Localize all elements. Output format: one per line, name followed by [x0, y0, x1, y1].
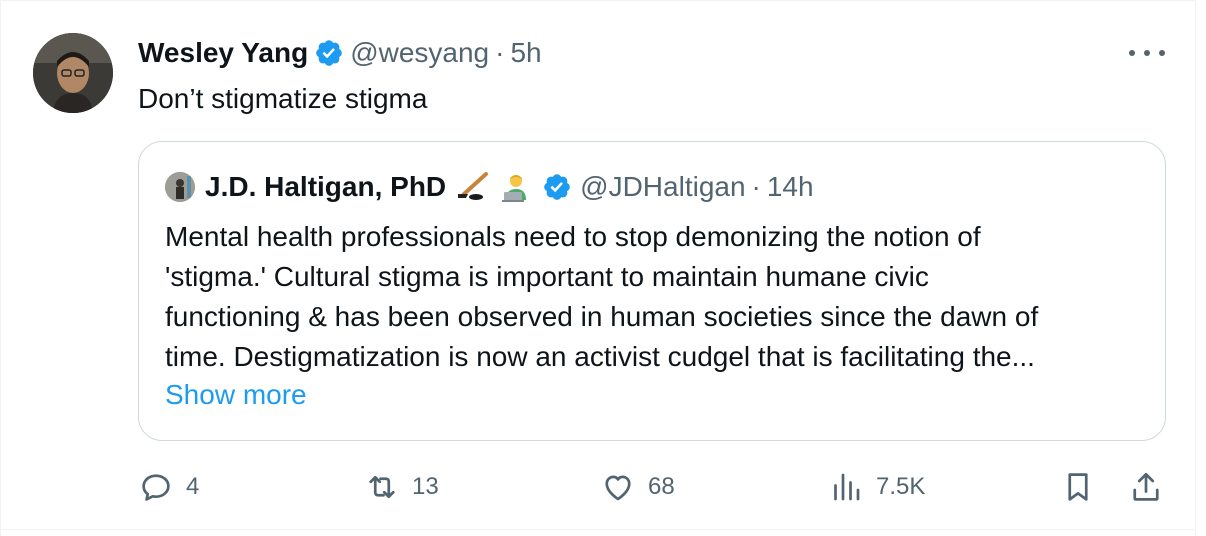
bookmark-button[interactable] [1060, 467, 1096, 507]
tweet-timestamp[interactable]: 5h [510, 35, 541, 71]
verified-badge-icon [314, 38, 344, 68]
views-button[interactable]: 7.5K [828, 467, 925, 507]
quoted-author-display-name[interactable]: J.D. Haltigan, PhD [205, 169, 446, 205]
quoted-avatar[interactable] [165, 172, 195, 202]
quoted-tweet-timestamp[interactable]: 14h [767, 169, 814, 205]
quoted-separator-dot: · [751, 171, 761, 202]
avatar-image [33, 33, 113, 113]
views-chart-icon [834, 473, 860, 501]
share-icon [1133, 472, 1159, 501]
show-more-link[interactable]: Show more [165, 377, 307, 413]
like-button[interactable]: 68 [600, 467, 675, 507]
more-options-icon[interactable] [1129, 45, 1165, 61]
separator-dot: · [495, 37, 505, 68]
retweet-button[interactable]: 13 [364, 467, 439, 507]
share-button[interactable] [1128, 467, 1164, 507]
tweet-card[interactable]: Wesley Yang @wesyang · 5h Don’t stigmati… [0, 0, 1196, 536]
quoted-tweet-text: Mental health professionals need to stop… [165, 217, 1155, 377]
hockey-stick-icon [454, 172, 490, 202]
technologist-icon [498, 172, 534, 202]
reply-count: 4 [186, 473, 200, 500]
author-handle[interactable]: @wesyang [350, 35, 489, 71]
quoted-author-handle[interactable]: @JDHaltigan [580, 169, 745, 205]
quoted-text-line: 'stigma.' Cultural stigma is important t… [165, 261, 929, 292]
tweet-header: Wesley Yang @wesyang · 5h [138, 35, 542, 71]
quoted-text-line: time. Destigmatization is now an activis… [165, 341, 1035, 372]
quoted-text-line: functioning & has been observed in human… [165, 301, 1039, 332]
quoted-tweet[interactable]: J.D. Haltigan, PhD @JDHaltigan · 14h Men… [138, 141, 1166, 441]
retweet-count: 13 [412, 473, 439, 500]
like-count: 68 [648, 473, 675, 500]
reply-button[interactable]: 4 [138, 467, 199, 507]
divider [1, 529, 1195, 530]
heart-icon [605, 475, 631, 501]
quoted-verified-badge-icon [542, 172, 572, 202]
action-bar: 4 13 68 7.5K [138, 467, 1166, 507]
bookmark-icon [1068, 473, 1088, 501]
tweet-text: Don’t stigmatize stigma [138, 83, 428, 114]
quoted-text-line: Mental health professionals need to stop… [165, 221, 981, 252]
author-display-name[interactable]: Wesley Yang [138, 35, 308, 71]
reply-icon [142, 474, 170, 501]
views-count: 7.5K [876, 473, 926, 500]
quoted-tweet-header: J.D. Haltigan, PhD @JDHaltigan · 14h [165, 169, 814, 205]
avatar[interactable] [33, 33, 113, 113]
retweet-icon [369, 475, 395, 499]
